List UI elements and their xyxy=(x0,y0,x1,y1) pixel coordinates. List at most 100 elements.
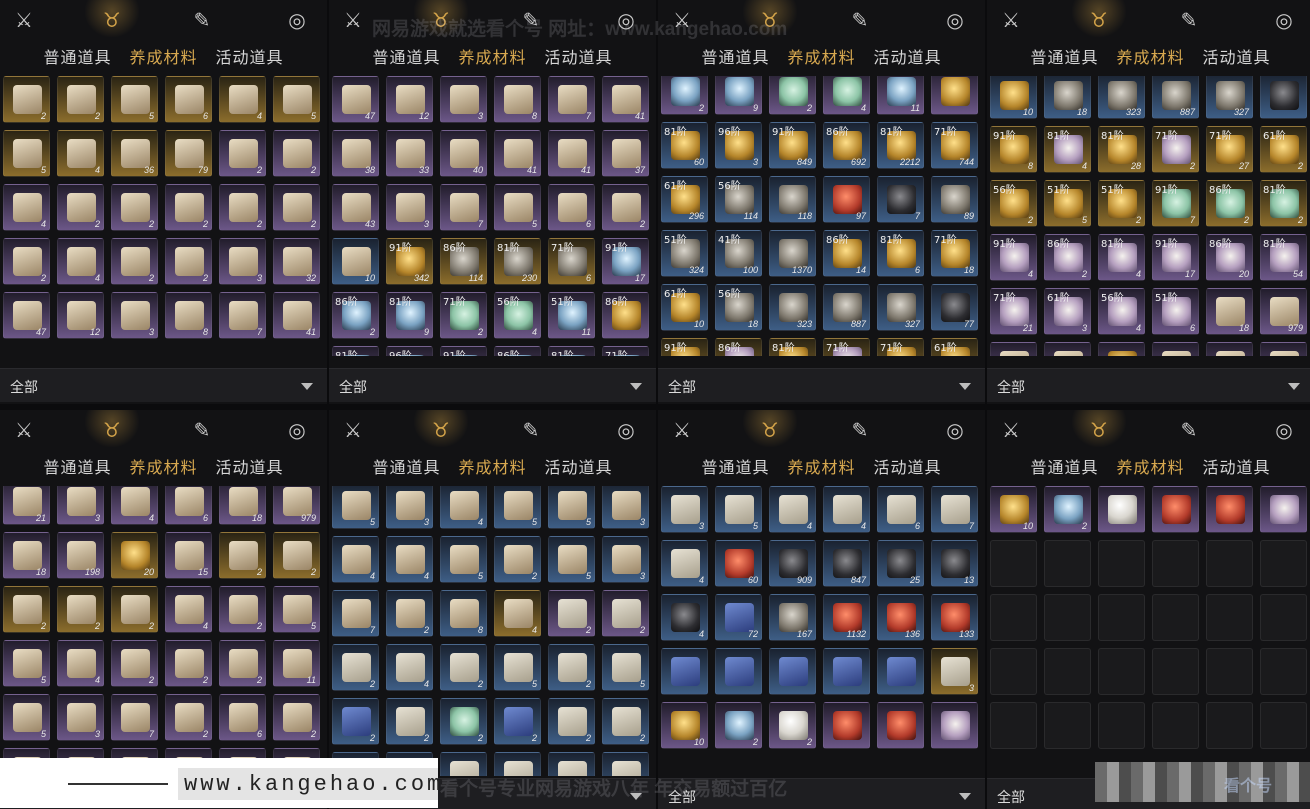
item-slot[interactable] xyxy=(1260,76,1307,119)
item-slot[interactable]: 2 xyxy=(548,698,595,745)
tab-2[interactable]: 活动道具 xyxy=(874,454,942,480)
pouch-icon[interactable]: ♉ xyxy=(1071,0,1127,38)
badge-icon[interactable]: ◎ xyxy=(1270,416,1298,444)
item-slot[interactable] xyxy=(1044,342,1091,356)
badge-icon[interactable]: ◎ xyxy=(612,416,640,444)
item-slot[interactable]: 6 xyxy=(548,184,595,231)
item-slot[interactable]: 89 xyxy=(931,176,978,223)
item-slot[interactable]: 4 xyxy=(440,486,487,529)
item-slot[interactable]: 2 xyxy=(1044,486,1091,533)
item-slot[interactable]: 2 xyxy=(165,640,212,687)
item-slot[interactable]: 96阶 xyxy=(386,346,433,356)
item-slot[interactable]: 81阶 xyxy=(769,338,816,356)
item-slot[interactable]: 2 xyxy=(219,184,266,231)
item-slot[interactable]: 2 xyxy=(219,640,266,687)
item-slot[interactable]: 2 xyxy=(57,76,104,123)
pouch-icon[interactable]: ♉ xyxy=(742,410,798,448)
item-slot[interactable]: 3 xyxy=(602,486,649,529)
item-slot[interactable]: 7 xyxy=(931,486,978,533)
item-slot[interactable]: 91阶 342 xyxy=(386,238,433,285)
item-slot[interactable]: 3 xyxy=(386,184,433,231)
item-slot[interactable]: 18 xyxy=(219,486,266,525)
pouch-icon[interactable]: ♉ xyxy=(84,0,140,38)
item-slot[interactable]: 72 xyxy=(715,594,762,641)
tab-1[interactable]: 养成材料 xyxy=(458,44,526,70)
item-slot[interactable]: 5 xyxy=(111,76,158,123)
item-slot[interactable]: 71阶 18 xyxy=(931,230,978,277)
item-slot[interactable]: 2 xyxy=(111,586,158,633)
item-slot[interactable]: 8 xyxy=(494,76,541,123)
item-slot[interactable]: 86阶 2 xyxy=(1044,234,1091,281)
crossed-swords-icon[interactable]: ⚔ xyxy=(339,6,367,34)
item-slot[interactable]: 3 xyxy=(386,486,433,529)
item-slot[interactable]: 25 xyxy=(877,540,924,587)
item-slot[interactable]: 6 xyxy=(219,694,266,741)
item-slot[interactable]: 2 xyxy=(219,586,266,633)
item-slot[interactable] xyxy=(1206,342,1253,356)
item-slot[interactable]: 2 xyxy=(769,76,816,115)
item-slot[interactable]: 133 xyxy=(931,594,978,641)
item-slot[interactable]: 86阶 xyxy=(602,292,649,339)
item-slot[interactable]: 2 xyxy=(548,644,595,691)
filter-dropdown[interactable]: 全部 xyxy=(329,368,656,402)
item-slot[interactable]: 5 xyxy=(494,184,541,231)
item-slot[interactable]: 2 xyxy=(548,590,595,637)
item-slot[interactable]: 81阶 230 xyxy=(494,238,541,285)
scroll-quill-icon[interactable]: ✎ xyxy=(517,416,545,444)
item-slot[interactable]: 2 xyxy=(440,698,487,745)
item-slot[interactable]: 4 xyxy=(661,594,708,641)
item-slot[interactable] xyxy=(440,752,487,776)
item-slot[interactable]: 2 xyxy=(386,590,433,637)
item-slot[interactable]: 41 xyxy=(273,292,320,339)
item-slot[interactable]: 36 xyxy=(111,130,158,177)
item-slot[interactable]: 5 xyxy=(3,640,50,687)
item-slot[interactable]: 1370 xyxy=(769,230,816,277)
item-slot[interactable]: 81阶 28 xyxy=(1098,126,1145,173)
item-slot[interactable]: 86阶 xyxy=(494,346,541,356)
item-slot[interactable]: 7 xyxy=(332,590,379,637)
item-slot[interactable]: 2 xyxy=(3,76,50,123)
item-slot[interactable]: 18 xyxy=(1206,288,1253,335)
item-slot[interactable]: 909 xyxy=(769,540,816,587)
item-slot[interactable]: 5 xyxy=(3,694,50,741)
item-slot[interactable]: 91阶 17 xyxy=(602,238,649,285)
crossed-swords-icon[interactable]: ⚔ xyxy=(668,416,696,444)
item-slot[interactable]: 51阶 6 xyxy=(1152,288,1199,335)
item-slot[interactable]: 4 xyxy=(661,540,708,587)
item-slot[interactable]: 5 xyxy=(602,644,649,691)
item-slot[interactable]: 2 xyxy=(386,698,433,745)
tab-0[interactable]: 普通道具 xyxy=(701,454,769,480)
item-slot[interactable]: 86阶 114 xyxy=(440,238,487,285)
item-slot[interactable]: 5 xyxy=(548,486,595,529)
scroll-quill-icon[interactable]: ✎ xyxy=(188,6,216,34)
item-slot[interactable]: 12 xyxy=(386,76,433,123)
tab-0[interactable]: 普通道具 xyxy=(1030,44,1098,70)
tab-2[interactable]: 活动道具 xyxy=(1203,44,1271,70)
item-slot[interactable]: 4 xyxy=(111,486,158,525)
item-slot[interactable]: 4 xyxy=(494,590,541,637)
item-slot[interactable]: 10 xyxy=(990,486,1037,533)
item-slot[interactable]: 51阶 5 xyxy=(1044,180,1091,227)
crossed-swords-icon[interactable]: ⚔ xyxy=(997,6,1025,34)
item-slot[interactable]: 4 xyxy=(3,184,50,231)
tab-0[interactable]: 普通道具 xyxy=(372,454,440,480)
item-slot[interactable] xyxy=(715,648,762,695)
item-slot[interactable]: 81阶 6 xyxy=(877,230,924,277)
item-slot[interactable]: 4 xyxy=(165,586,212,633)
item-slot[interactable]: 4 xyxy=(386,536,433,583)
item-slot[interactable]: 12 xyxy=(57,292,104,339)
item-slot[interactable]: 323 xyxy=(1098,76,1145,119)
item-slot[interactable]: 3 xyxy=(661,486,708,533)
tab-0[interactable]: 普通道具 xyxy=(43,454,111,480)
item-slot[interactable]: 96阶 3 xyxy=(715,122,762,169)
item-slot[interactable]: 2 xyxy=(273,184,320,231)
item-slot[interactable]: 887 xyxy=(1152,76,1199,119)
tab-0[interactable]: 普通道具 xyxy=(701,44,769,70)
crossed-swords-icon[interactable]: ⚔ xyxy=(339,416,367,444)
item-slot[interactable]: 61阶 3 xyxy=(1044,288,1091,335)
item-slot[interactable] xyxy=(602,752,649,776)
item-slot[interactable] xyxy=(1152,486,1199,533)
item-slot[interactable]: 86阶 14 xyxy=(823,230,870,277)
item-slot[interactable]: 5 xyxy=(3,130,50,177)
item-slot[interactable]: 2 xyxy=(219,130,266,177)
